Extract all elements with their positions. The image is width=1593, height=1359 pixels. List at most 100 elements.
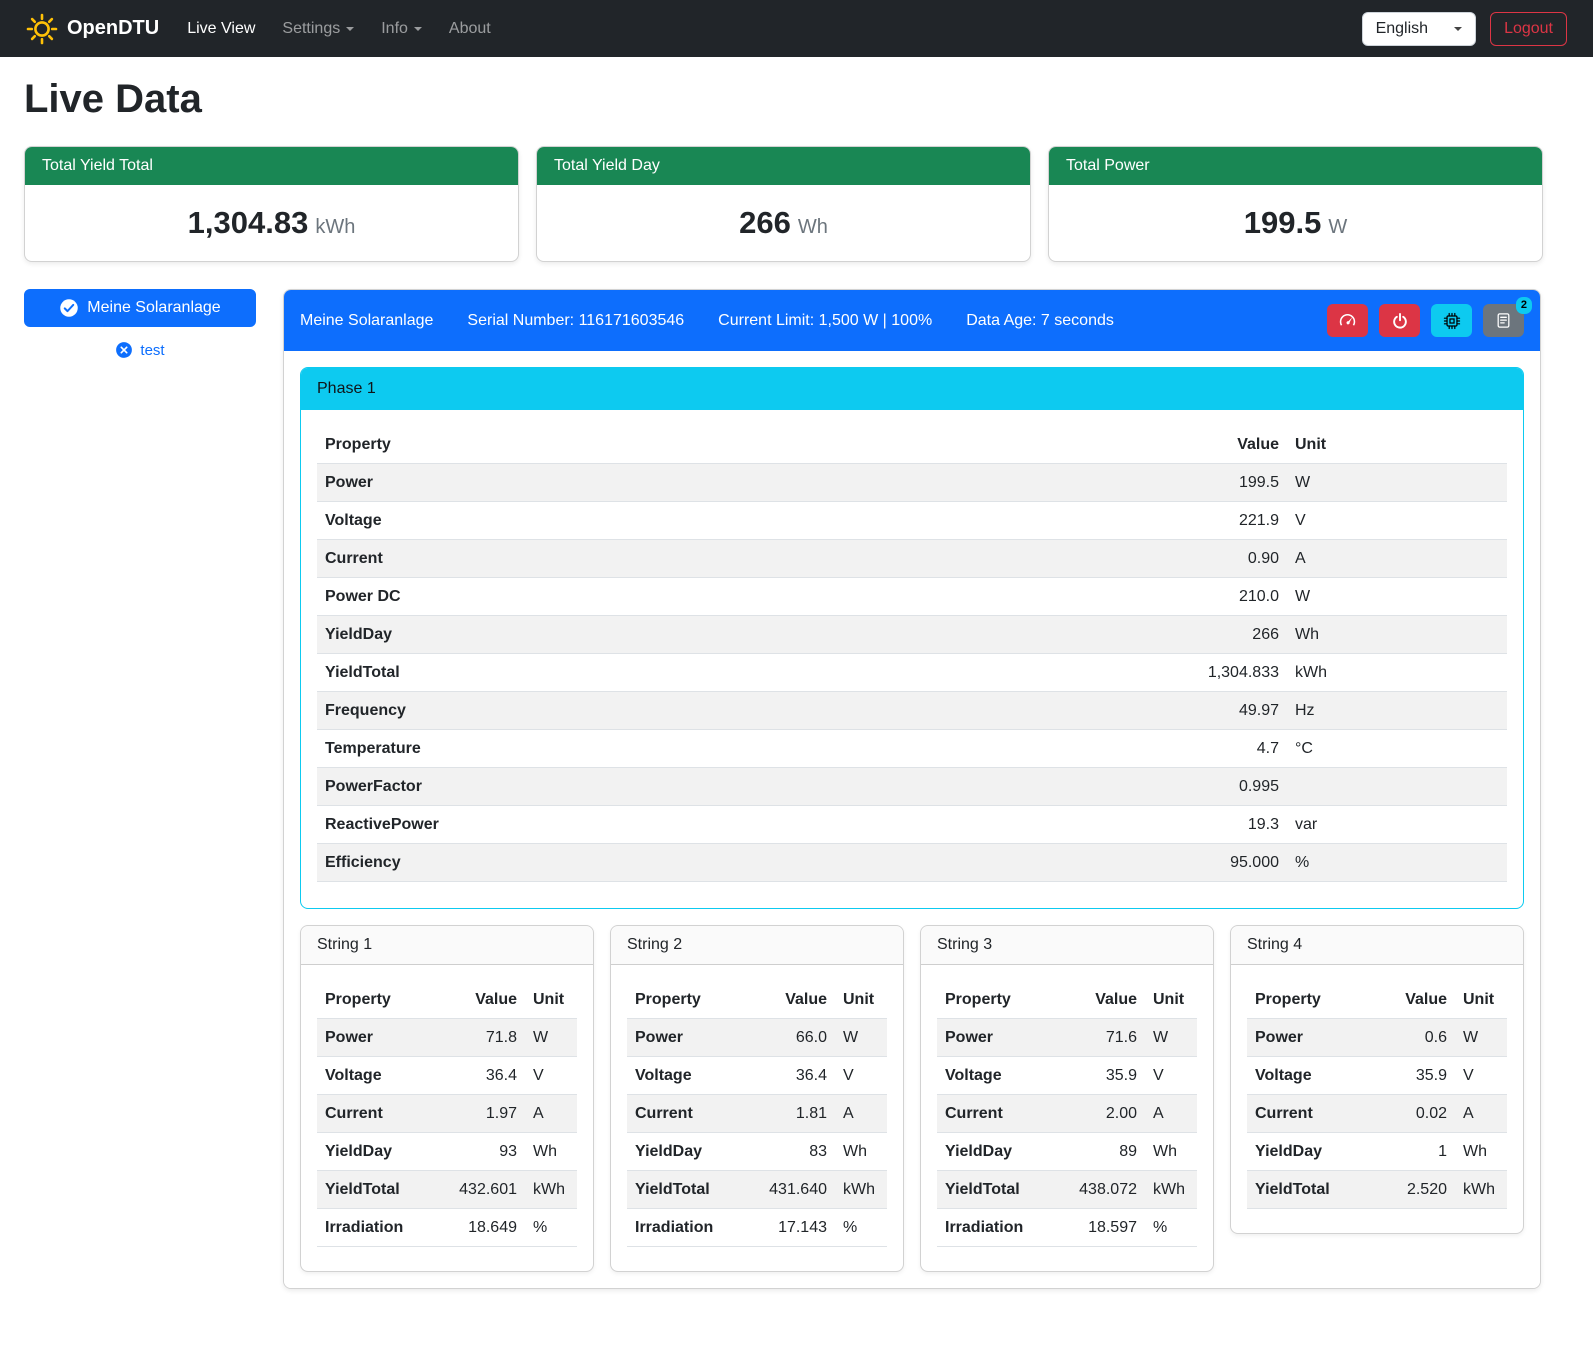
table-row: Irradiation18.649% [317,1209,577,1247]
table-row: Current0.90A [317,540,1507,578]
unit-cell: Wh [1287,616,1507,654]
property-cell: PowerFactor [317,768,1157,806]
unit-cell: Wh [525,1133,577,1171]
table-row: YieldDay266Wh [317,616,1507,654]
total-yield-day-card: Total Yield Day 266Wh [536,146,1031,262]
table-row: Voltage36.4V [627,1057,887,1095]
value-cell: 35.9 [1375,1057,1455,1095]
string-card-body: Property Value Unit Power0.6WVoltage35.9… [1231,965,1523,1233]
inverter-card-header: Meine Solaranlage Serial Number: 1161716… [284,290,1540,351]
table-header-row: Property Value Unit [317,981,577,1019]
unit-cell: Wh [1455,1133,1507,1171]
unit-cell: V [1145,1057,1197,1095]
value-cell: 0.995 [1157,768,1287,806]
sidebar-item-meine-solaranlage[interactable]: Meine Solaranlage [24,289,256,327]
property-cell: Current [317,540,1157,578]
value-cell: 36.4 [755,1057,835,1095]
summary-cards-row: Total Yield Total 1,304.83kWh Total Yiel… [24,146,1543,262]
content-row: Meine Solaranlage test Meine Solaranlage… [24,289,1541,1289]
table-row: Power199.5W [317,464,1507,502]
unit-cell: kWh [1287,654,1507,692]
string-3-card: String 3 Property Value Unit [920,925,1214,1272]
brand[interactable]: OpenDTU [26,13,159,45]
property-cell: Current [1247,1095,1375,1133]
string-card-body: Property Value Unit Power71.6WVoltage35.… [921,965,1213,1271]
nav-info[interactable]: Info [381,20,422,38]
string-card-title: String 1 [301,926,593,965]
unit-cell: W [1287,464,1507,502]
unit-cell: W [1455,1019,1507,1057]
unit-cell: % [835,1209,887,1247]
table-header-row: Property Value Unit [1247,981,1507,1019]
unit-cell: W [1145,1019,1197,1057]
value-cell: 17.143 [755,1209,835,1247]
value-cell: 1 [1375,1133,1455,1171]
table-row: Power66.0W [627,1019,887,1057]
table-row: Frequency49.97Hz [317,692,1507,730]
col-property: Property [317,426,1157,464]
brand-label: OpenDTU [67,17,159,40]
property-cell: Voltage [1247,1057,1375,1095]
nav-live-view[interactable]: Live View [187,20,255,38]
total-power-card: Total Power 199.5W [1048,146,1543,262]
property-cell: Power [627,1019,755,1057]
sidebar-item-label: Meine Solaranlage [87,299,220,317]
table-row: YieldTotal431.640kWh [627,1171,887,1209]
events-button[interactable]: 2 [1483,304,1524,337]
table-row: Voltage35.9V [937,1057,1197,1095]
value-cell: 95.000 [1157,844,1287,882]
unit-cell: A [1145,1095,1197,1133]
unit-cell: A [835,1095,887,1133]
unit-cell: W [1287,578,1507,616]
table-row: YieldDay83Wh [627,1133,887,1171]
language-select[interactable]: English [1362,12,1476,46]
string-4-card: String 4 Property Value Unit [1230,925,1524,1234]
table-row: ReactivePower19.3var [317,806,1507,844]
property-cell: Temperature [317,730,1157,768]
property-cell: Voltage [317,1057,445,1095]
property-cell: Current [937,1095,1065,1133]
unit-cell: % [1287,844,1507,882]
property-cell: YieldTotal [317,654,1157,692]
table-row: YieldDay93Wh [317,1133,577,1171]
inverter-action-buttons: 2 [1327,304,1524,337]
table-row: Voltage221.9V [317,502,1507,540]
logout-button[interactable]: Logout [1490,12,1567,46]
property-cell: Power [1247,1019,1375,1057]
property-cell: Current [627,1095,755,1133]
chevron-down-icon [1454,27,1462,31]
value-cell: 36.4 [445,1057,525,1095]
value-cell: 93 [445,1133,525,1171]
property-cell: Frequency [317,692,1157,730]
value-cell: 71.8 [445,1019,525,1057]
inverter-card: Meine Solaranlage Serial Number: 1161716… [283,289,1541,1289]
string-card-title: String 3 [921,926,1213,965]
property-cell: Power [937,1019,1065,1057]
summary-unit: Wh [798,216,828,238]
property-cell: YieldTotal [937,1171,1065,1209]
property-cell: Power DC [317,578,1157,616]
nav-settings[interactable]: Settings [282,20,354,38]
col-value: Value [445,981,525,1019]
limit-settings-button[interactable] [1327,304,1368,337]
table-row: Power DC210.0W [317,578,1507,616]
string-card-title: String 2 [611,926,903,965]
inverter-name: Meine Solaranlage [300,312,433,330]
sidebar-item-test[interactable]: test [24,341,256,359]
col-property: Property [627,981,755,1019]
chevron-down-icon [414,27,422,31]
device-info-button[interactable] [1431,304,1472,337]
table-row: Temperature4.7°C [317,730,1507,768]
col-property: Property [317,981,445,1019]
table-row: Current1.97A [317,1095,577,1133]
string-card-body: Property Value Unit Power66.0WVoltage36.… [611,965,903,1271]
table-row: YieldDay89Wh [937,1133,1197,1171]
power-button[interactable] [1379,304,1420,337]
table-row: YieldTotal432.601kWh [317,1171,577,1209]
table-row: Irradiation17.143% [627,1209,887,1247]
string-table: Property Value Unit Power0.6WVoltage35.9… [1247,981,1507,1209]
nav-about[interactable]: About [449,20,491,38]
unit-cell: kWh [835,1171,887,1209]
chevron-down-icon [346,27,354,31]
value-cell: 432.601 [445,1171,525,1209]
